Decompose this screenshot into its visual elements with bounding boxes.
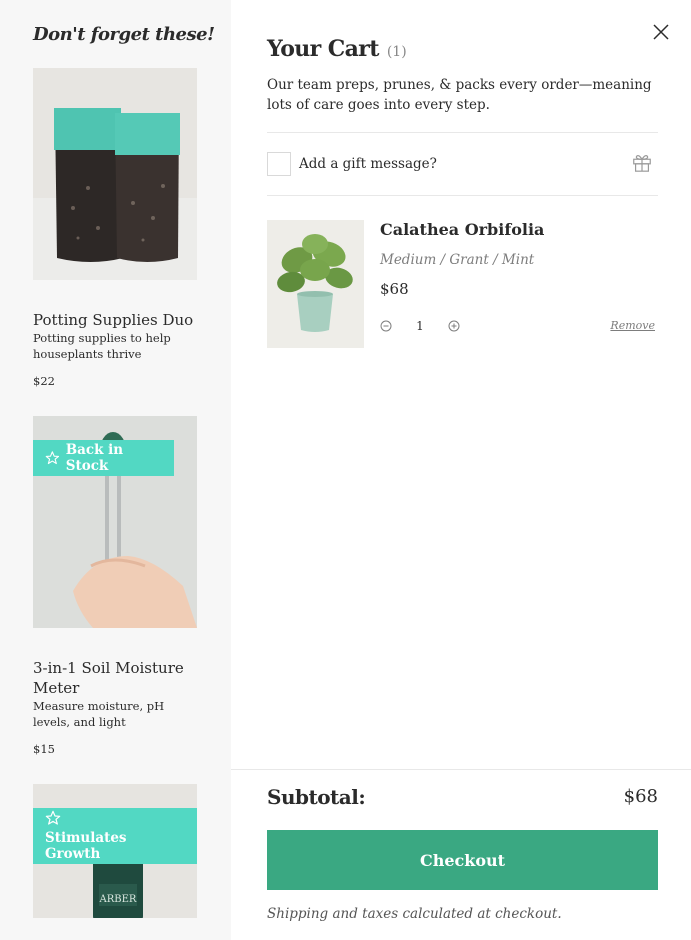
subtotal-value: $68	[623, 786, 658, 807]
product-description: Measure moisture, pH levels, and light	[33, 699, 165, 729]
quantity-stepper[interactable]: 1	[380, 317, 460, 335]
cart-title: Your Cart	[267, 36, 379, 62]
stimulates-growth-badge: Stimulates Growth	[33, 808, 197, 864]
product-description: Potting supplies to help houseplants thr…	[33, 331, 171, 361]
product-card-soil-meter[interactable]: Back in Stock 3-in-1 Soil Moisture Meter…	[33, 416, 197, 756]
product-image[interactable]	[33, 68, 197, 280]
gift-icon	[633, 155, 651, 172]
remove-item-link[interactable]: Remove	[610, 319, 655, 332]
product-name[interactable]: Potting Supplies Duo	[33, 310, 193, 330]
star-outline-icon	[45, 810, 61, 825]
cart-drawer: Your Cart (1) Our team preps, prunes, & …	[231, 0, 691, 940]
cart-header: Your Cart (1)	[267, 36, 407, 62]
badge-label: Back in Stock	[65, 442, 124, 474]
cart-item-image[interactable]	[267, 220, 364, 348]
quantity-value: 1	[416, 319, 424, 333]
shipping-note: Shipping and taxes calculated at checkou…	[267, 906, 562, 922]
divider	[267, 132, 658, 133]
divider	[267, 195, 658, 196]
cart-item-price: $68	[380, 280, 409, 298]
back-in-stock-badge: Back in Stock	[33, 440, 174, 476]
gift-message-checkbox[interactable]	[267, 152, 291, 176]
cart-item-variant: Medium / Grant / Mint	[380, 252, 535, 268]
cart-item-count: (1)	[386, 44, 407, 60]
upsell-title: Don't forget these!	[33, 24, 215, 45]
product-price: $15	[33, 742, 55, 756]
cart-intro-text: Our team preps, prunes, & packs every or…	[267, 77, 652, 113]
product-image[interactable]: Back in Stock	[33, 416, 197, 628]
upsell-panel: Don't forget these! Potting Supplies Duo…	[0, 0, 231, 940]
product-card-potting-supplies[interactable]: Potting Supplies Duo Potting supplies to…	[33, 68, 197, 388]
subtotal-label: Subtotal:	[267, 785, 366, 809]
cart-item-name[interactable]: Calathea Orbifolia	[380, 220, 544, 239]
minus-circle-icon[interactable]	[380, 320, 392, 332]
checkout-button[interactable]: Checkout	[267, 830, 658, 890]
badge-label: Stimulates Growth	[45, 830, 127, 862]
product-card-growth[interactable]: ARBER Stimulates Growth	[33, 784, 197, 918]
gift-message-label[interactable]: Add a gift message?	[299, 156, 437, 172]
gift-message-row[interactable]: Add a gift message?	[267, 150, 658, 178]
close-button[interactable]	[651, 22, 671, 42]
product-image[interactable]: ARBER Stimulates Growth	[33, 784, 197, 918]
footer-divider	[231, 769, 691, 770]
bottle-label-text: ARBER	[99, 894, 137, 905]
close-icon[interactable]	[651, 22, 671, 42]
star-outline-icon	[45, 451, 60, 465]
product-price: $22	[33, 374, 55, 388]
plus-circle-icon[interactable]	[448, 320, 460, 332]
product-name[interactable]: 3-in-1 Soil Moisture Meter	[33, 658, 197, 698]
cart-line-item: Calathea Orbifolia Medium / Grant / Mint…	[267, 220, 658, 348]
